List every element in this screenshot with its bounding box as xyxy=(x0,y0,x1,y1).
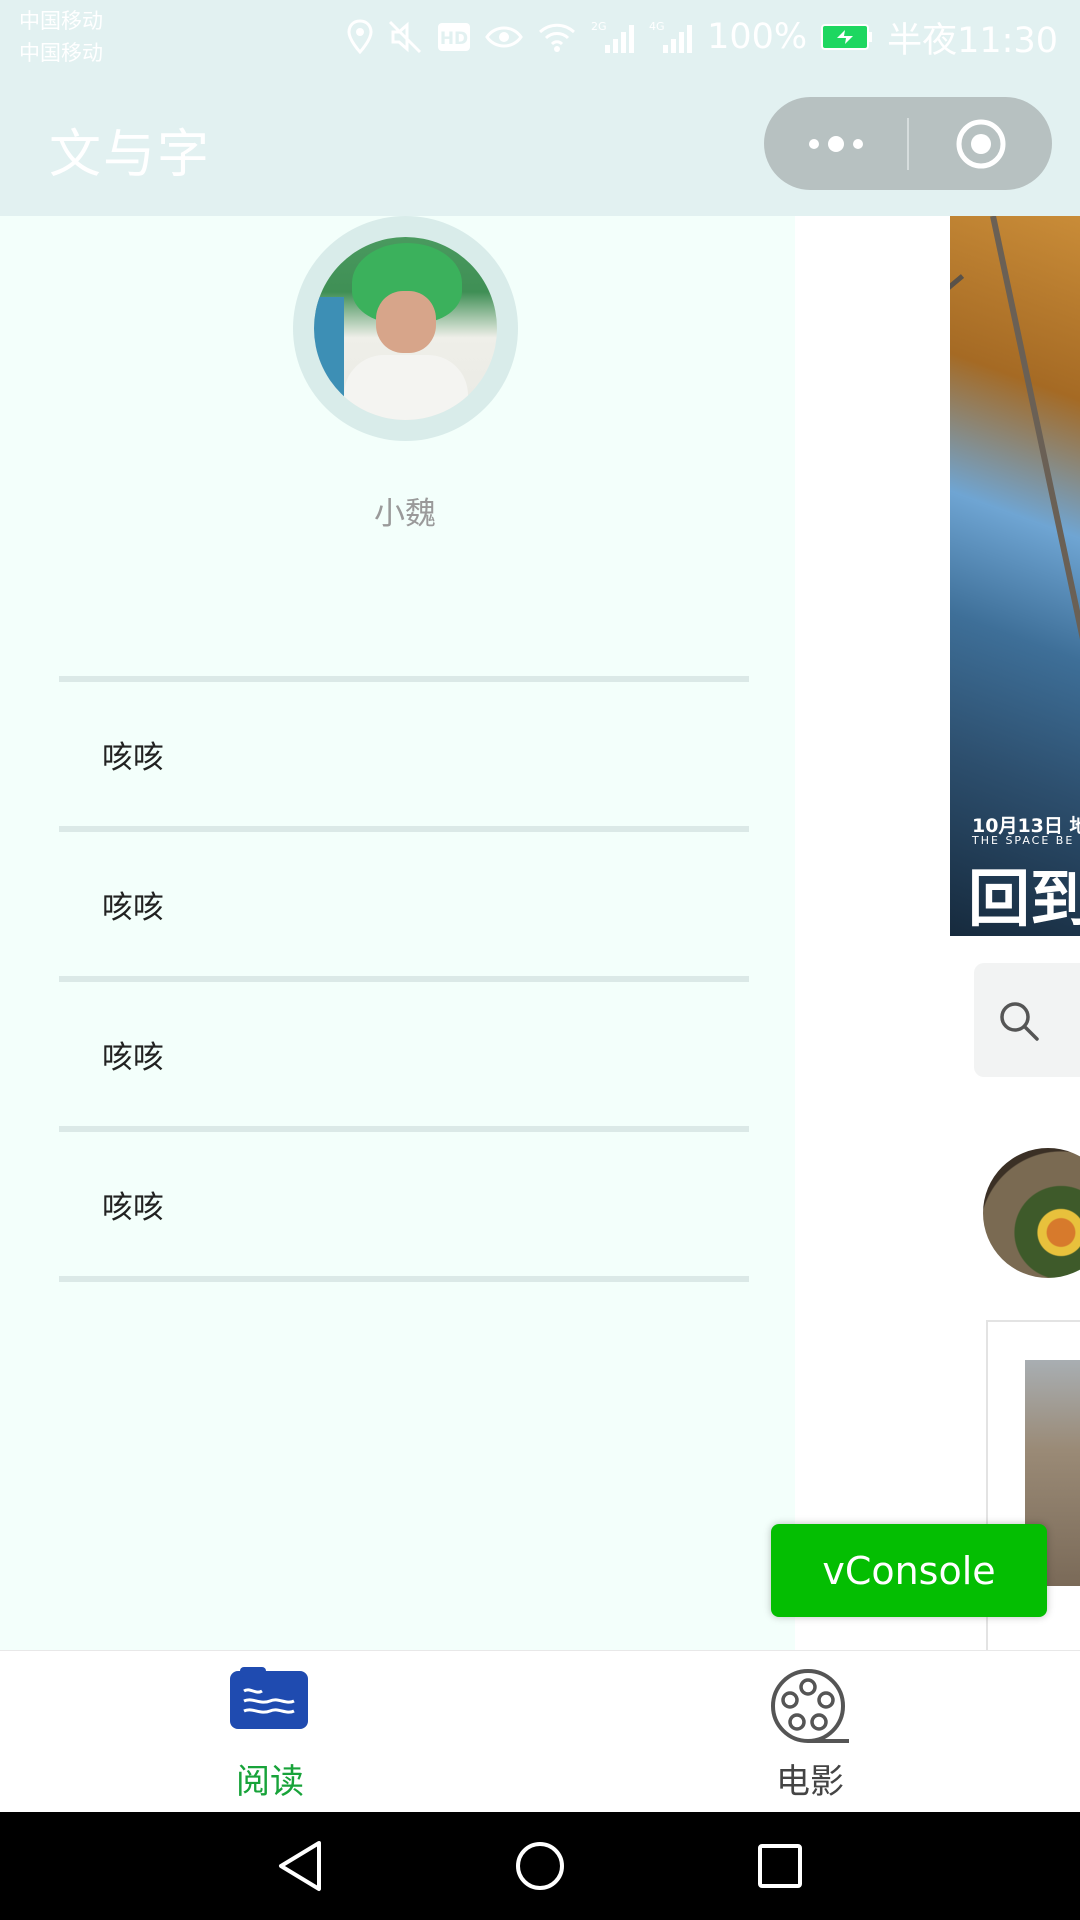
side-drawer: 小魏 咳咳 咳咳 咳咳 咳咳 xyxy=(0,216,795,1650)
poster-strut xyxy=(990,216,1080,902)
reading-card-icon xyxy=(230,1667,308,1729)
movie-poster[interactable]: 10月13日 地 THE SPACE BE 回到 xyxy=(950,216,1080,936)
system-nav-bar xyxy=(0,1812,1080,1920)
carrier-label-1: 中国移动 xyxy=(19,9,103,33)
more-dots-icon xyxy=(808,135,863,152)
poster-title: 回到 xyxy=(968,862,1080,935)
recents-icon[interactable] xyxy=(756,1839,804,1893)
tab-reading[interactable]: 阅读 xyxy=(0,1651,540,1813)
battery-percent: 100% xyxy=(707,17,808,57)
more-button[interactable] xyxy=(764,97,907,190)
clock: 半夜11:30 xyxy=(887,20,1058,61)
mini-program-capsule xyxy=(764,97,1052,190)
avatar-image xyxy=(314,237,497,420)
film-reel-icon xyxy=(771,1669,849,1743)
back-icon[interactable] xyxy=(275,1839,325,1893)
svg-text:HD: HD xyxy=(440,29,468,49)
avatar[interactable] xyxy=(293,216,518,441)
battery-icon xyxy=(821,24,873,50)
poster-strut xyxy=(950,274,965,420)
drawer-menu: 咳咳 咳咳 咳咳 咳咳 xyxy=(59,676,749,1282)
vconsole-button[interactable]: vConsole xyxy=(771,1524,1047,1617)
signal-4g-icon: 4G xyxy=(649,20,693,53)
carrier-label-2: 中国移动 xyxy=(19,41,103,65)
drawer-menu-item[interactable]: 咳咳 xyxy=(59,682,749,826)
drawer-menu-item[interactable]: 咳咳 xyxy=(59,982,749,1126)
eye-icon xyxy=(485,26,523,48)
wifi-icon xyxy=(539,23,576,52)
post-card[interactable] xyxy=(986,1320,1080,1670)
tab-label-reading: 阅读 xyxy=(236,1762,304,1802)
svg-text:4G: 4G xyxy=(649,20,665,33)
hd-icon: HD xyxy=(438,23,471,51)
tab-movies[interactable]: 电影 xyxy=(540,1651,1080,1813)
svg-text:2G: 2G xyxy=(591,20,607,33)
home-icon[interactable] xyxy=(514,1839,566,1893)
tab-label-movies: 电影 xyxy=(776,1762,844,1802)
divider xyxy=(59,1276,749,1282)
header: 中国移动 中国移动 HD 2G 4G 100% 半夜11:30 文与字 xyxy=(0,0,1080,216)
mute-icon xyxy=(389,20,422,54)
drawer-menu-item[interactable]: 咳咳 xyxy=(59,832,749,976)
app-screen: 中国移动 中国移动 HD 2G 4G 100% 半夜11:30 文与字 10月1… xyxy=(0,0,1080,1920)
close-button[interactable] xyxy=(909,97,1052,190)
drawer-menu-item[interactable]: 咳咳 xyxy=(59,1132,749,1276)
signal-2g-icon: 2G xyxy=(591,20,635,53)
page-title: 文与字 xyxy=(49,125,212,185)
poster-subtitle: THE SPACE BE xyxy=(972,834,1075,847)
search-icon xyxy=(1000,1002,1039,1041)
user-name: 小魏 xyxy=(374,496,436,532)
tab-bar: 阅读 电影 xyxy=(0,1650,1080,1813)
target-circle-icon xyxy=(956,119,1005,168)
author-avatar[interactable] xyxy=(983,1148,1080,1278)
location-icon xyxy=(347,19,373,55)
search-box[interactable] xyxy=(974,963,1080,1077)
status-icons: HD 2G 4G 100% 半夜11:30 xyxy=(347,12,1058,62)
